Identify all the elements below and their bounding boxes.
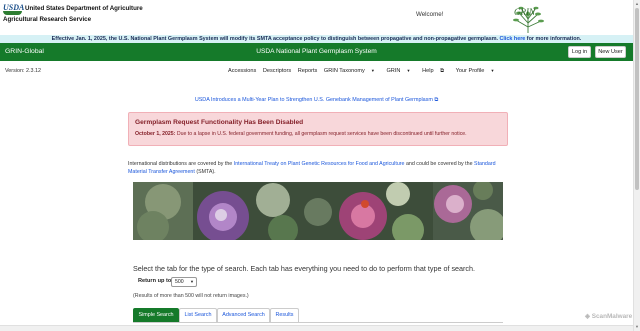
menu-grin-taxonomy-label: GRIN Taxonomy xyxy=(323,68,365,74)
distribution-text: International distributions are covered … xyxy=(128,160,508,176)
policy-notice-bar: Effective Jan. 1, 2025, the U.S. Nationa… xyxy=(0,35,633,43)
org-subname: Agricultural Research Service xyxy=(3,16,92,23)
announcement-link[interactable]: USDA Introduces a Multi-Year Plan to Str… xyxy=(0,97,633,104)
tab-divider xyxy=(133,322,503,323)
new-user-button[interactable]: New User xyxy=(595,46,626,58)
grin-logo[interactable]: GRIN xyxy=(510,3,545,34)
chevron-down-icon: ▼ xyxy=(405,68,411,73)
alert-message: Due to a lapse in U.S. federal governmen… xyxy=(176,131,467,137)
tab-advanced-search[interactable]: Advanced Search xyxy=(217,308,270,322)
scrollbar-thumb[interactable] xyxy=(635,8,639,190)
grin-logo-icon: GRIN xyxy=(513,6,544,33)
site-title: USDA National Plant Germplasm System xyxy=(256,48,377,55)
itpgrfa-link[interactable]: International Treaty on Plant Genetic Re… xyxy=(234,161,405,167)
chevron-down-icon: ▼ xyxy=(489,68,495,73)
alert-date: October 1, 2025: xyxy=(135,131,176,137)
tab-simple-search[interactable]: Simple Search xyxy=(133,308,179,322)
tab-results[interactable]: Results xyxy=(270,308,299,322)
alert-title: Germplasm Request Functionality Has Been… xyxy=(135,119,304,126)
usda-logo[interactable]: USDA xyxy=(3,3,25,15)
menu-descriptors[interactable]: Descriptors xyxy=(263,68,291,74)
chevron-down-icon: ▼ xyxy=(369,68,375,73)
menu-help[interactable]: Help ⧉ xyxy=(422,68,449,74)
external-link-icon: ⧉ xyxy=(438,68,445,74)
menu-accessions[interactable]: Accessions xyxy=(228,68,256,74)
ornamental-kale-image xyxy=(133,182,503,240)
menu-grin-taxonomy[interactable]: GRIN Taxonomy ▼ xyxy=(324,68,380,74)
policy-notice-suffix: for more information. xyxy=(526,36,582,42)
top-header: USDA United States Department of Agricul… xyxy=(0,0,633,35)
version-label: Version: 2.3.12 xyxy=(5,68,41,74)
search-instruction: Select the tab for the type of search. E… xyxy=(133,264,476,273)
org-name: United States Department of Agriculture xyxy=(25,5,143,12)
alert-box: Germplasm Request Functionality Has Been… xyxy=(128,112,508,146)
shield-icon: ◈ xyxy=(585,313,592,320)
main-menu: Accessions Descriptors Reports GRIN Taxo… xyxy=(228,68,504,75)
distribution-pre: International distributions are covered … xyxy=(128,161,233,167)
policy-notice-link[interactable]: Click here xyxy=(500,36,526,42)
distribution-mid: and could be covered by the xyxy=(405,161,473,167)
tab-list-search[interactable]: List Search xyxy=(179,308,217,322)
menu-grin[interactable]: GRIN ▼ xyxy=(386,68,415,74)
vertical-scrollbar[interactable]: ▲ ▼ xyxy=(633,0,640,331)
distribution-post: (SMTA). xyxy=(196,169,216,175)
welcome-text: Welcome! xyxy=(416,11,444,18)
menu-your-profile[interactable]: Your Profile ▼ xyxy=(456,68,500,74)
return-note: (Results of more than 500 will not retur… xyxy=(133,293,249,299)
plant-banner-image xyxy=(133,182,503,240)
announcement-text: USDA Introduces a Multi-Year Plan to Str… xyxy=(194,97,433,103)
menu-help-label: Help xyxy=(422,68,434,74)
menu-grin-label: GRIN xyxy=(386,68,401,74)
login-button[interactable]: Log in xyxy=(568,46,591,58)
scroll-up-icon[interactable]: ▲ xyxy=(635,1,639,6)
usda-logo-text: USDA xyxy=(3,3,25,12)
watermark: ◈ ScanMalware xyxy=(585,312,632,320)
return-limit-value: 500 xyxy=(175,279,184,285)
alert-body: October 1, 2025: Due to a lapse in U.S. … xyxy=(135,131,467,137)
main-navbar: GRIN-Global USDA National Plant Germplas… xyxy=(0,43,633,61)
menu-your-profile-label: Your Profile xyxy=(455,68,485,74)
svg-text:GRIN: GRIN xyxy=(514,7,536,17)
policy-notice-text: Effective Jan. 1, 2025, the U.S. Nationa… xyxy=(51,36,499,42)
scroll-down-icon[interactable]: ▼ xyxy=(635,324,639,329)
watermark-text: ScanMalware xyxy=(591,313,633,320)
menu-reports[interactable]: Reports xyxy=(298,68,318,74)
sub-navigation: Version: 2.3.12 Accessions Descriptors R… xyxy=(0,61,633,81)
chevron-down-icon: ▼ xyxy=(190,279,194,284)
horizontal-scrollbar[interactable] xyxy=(0,325,633,331)
external-link-icon: ⧉ xyxy=(432,97,439,103)
return-up-to-label: Return up to xyxy=(138,278,172,284)
return-limit-select[interactable]: 500 ▼ xyxy=(171,277,197,287)
